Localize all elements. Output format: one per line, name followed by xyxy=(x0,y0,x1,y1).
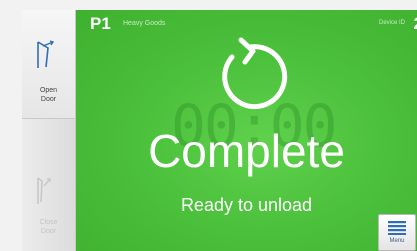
open-door-button[interactable]: Open Door xyxy=(22,10,75,119)
device-id-label: Device ID xyxy=(378,20,405,26)
app-screen: Open Door Close Door P1 Heavy Goods Devi… xyxy=(0,0,417,251)
program-name: Heavy Goods xyxy=(123,20,166,27)
sidebar: Open Door Close Door xyxy=(22,10,76,251)
door-close-icon xyxy=(35,176,61,211)
status-subtitle: Ready to unload xyxy=(180,195,313,215)
status-title: Complete xyxy=(148,125,345,177)
close-door-label: Close Door xyxy=(39,219,58,235)
door-open-icon xyxy=(35,40,61,75)
menu-label: Menu xyxy=(389,238,405,244)
menu-button[interactable]: Menu xyxy=(378,214,416,251)
bay-label: P1 xyxy=(90,14,111,33)
status-panel: P1 Heavy Goods Device ID 2 00:00 Complet… xyxy=(76,10,417,251)
close-door-button[interactable]: Close Door xyxy=(22,119,75,251)
device-id-number: 2 xyxy=(414,14,417,34)
open-door-label: Open Door xyxy=(39,87,58,103)
cycle-complete-icon xyxy=(210,35,290,120)
